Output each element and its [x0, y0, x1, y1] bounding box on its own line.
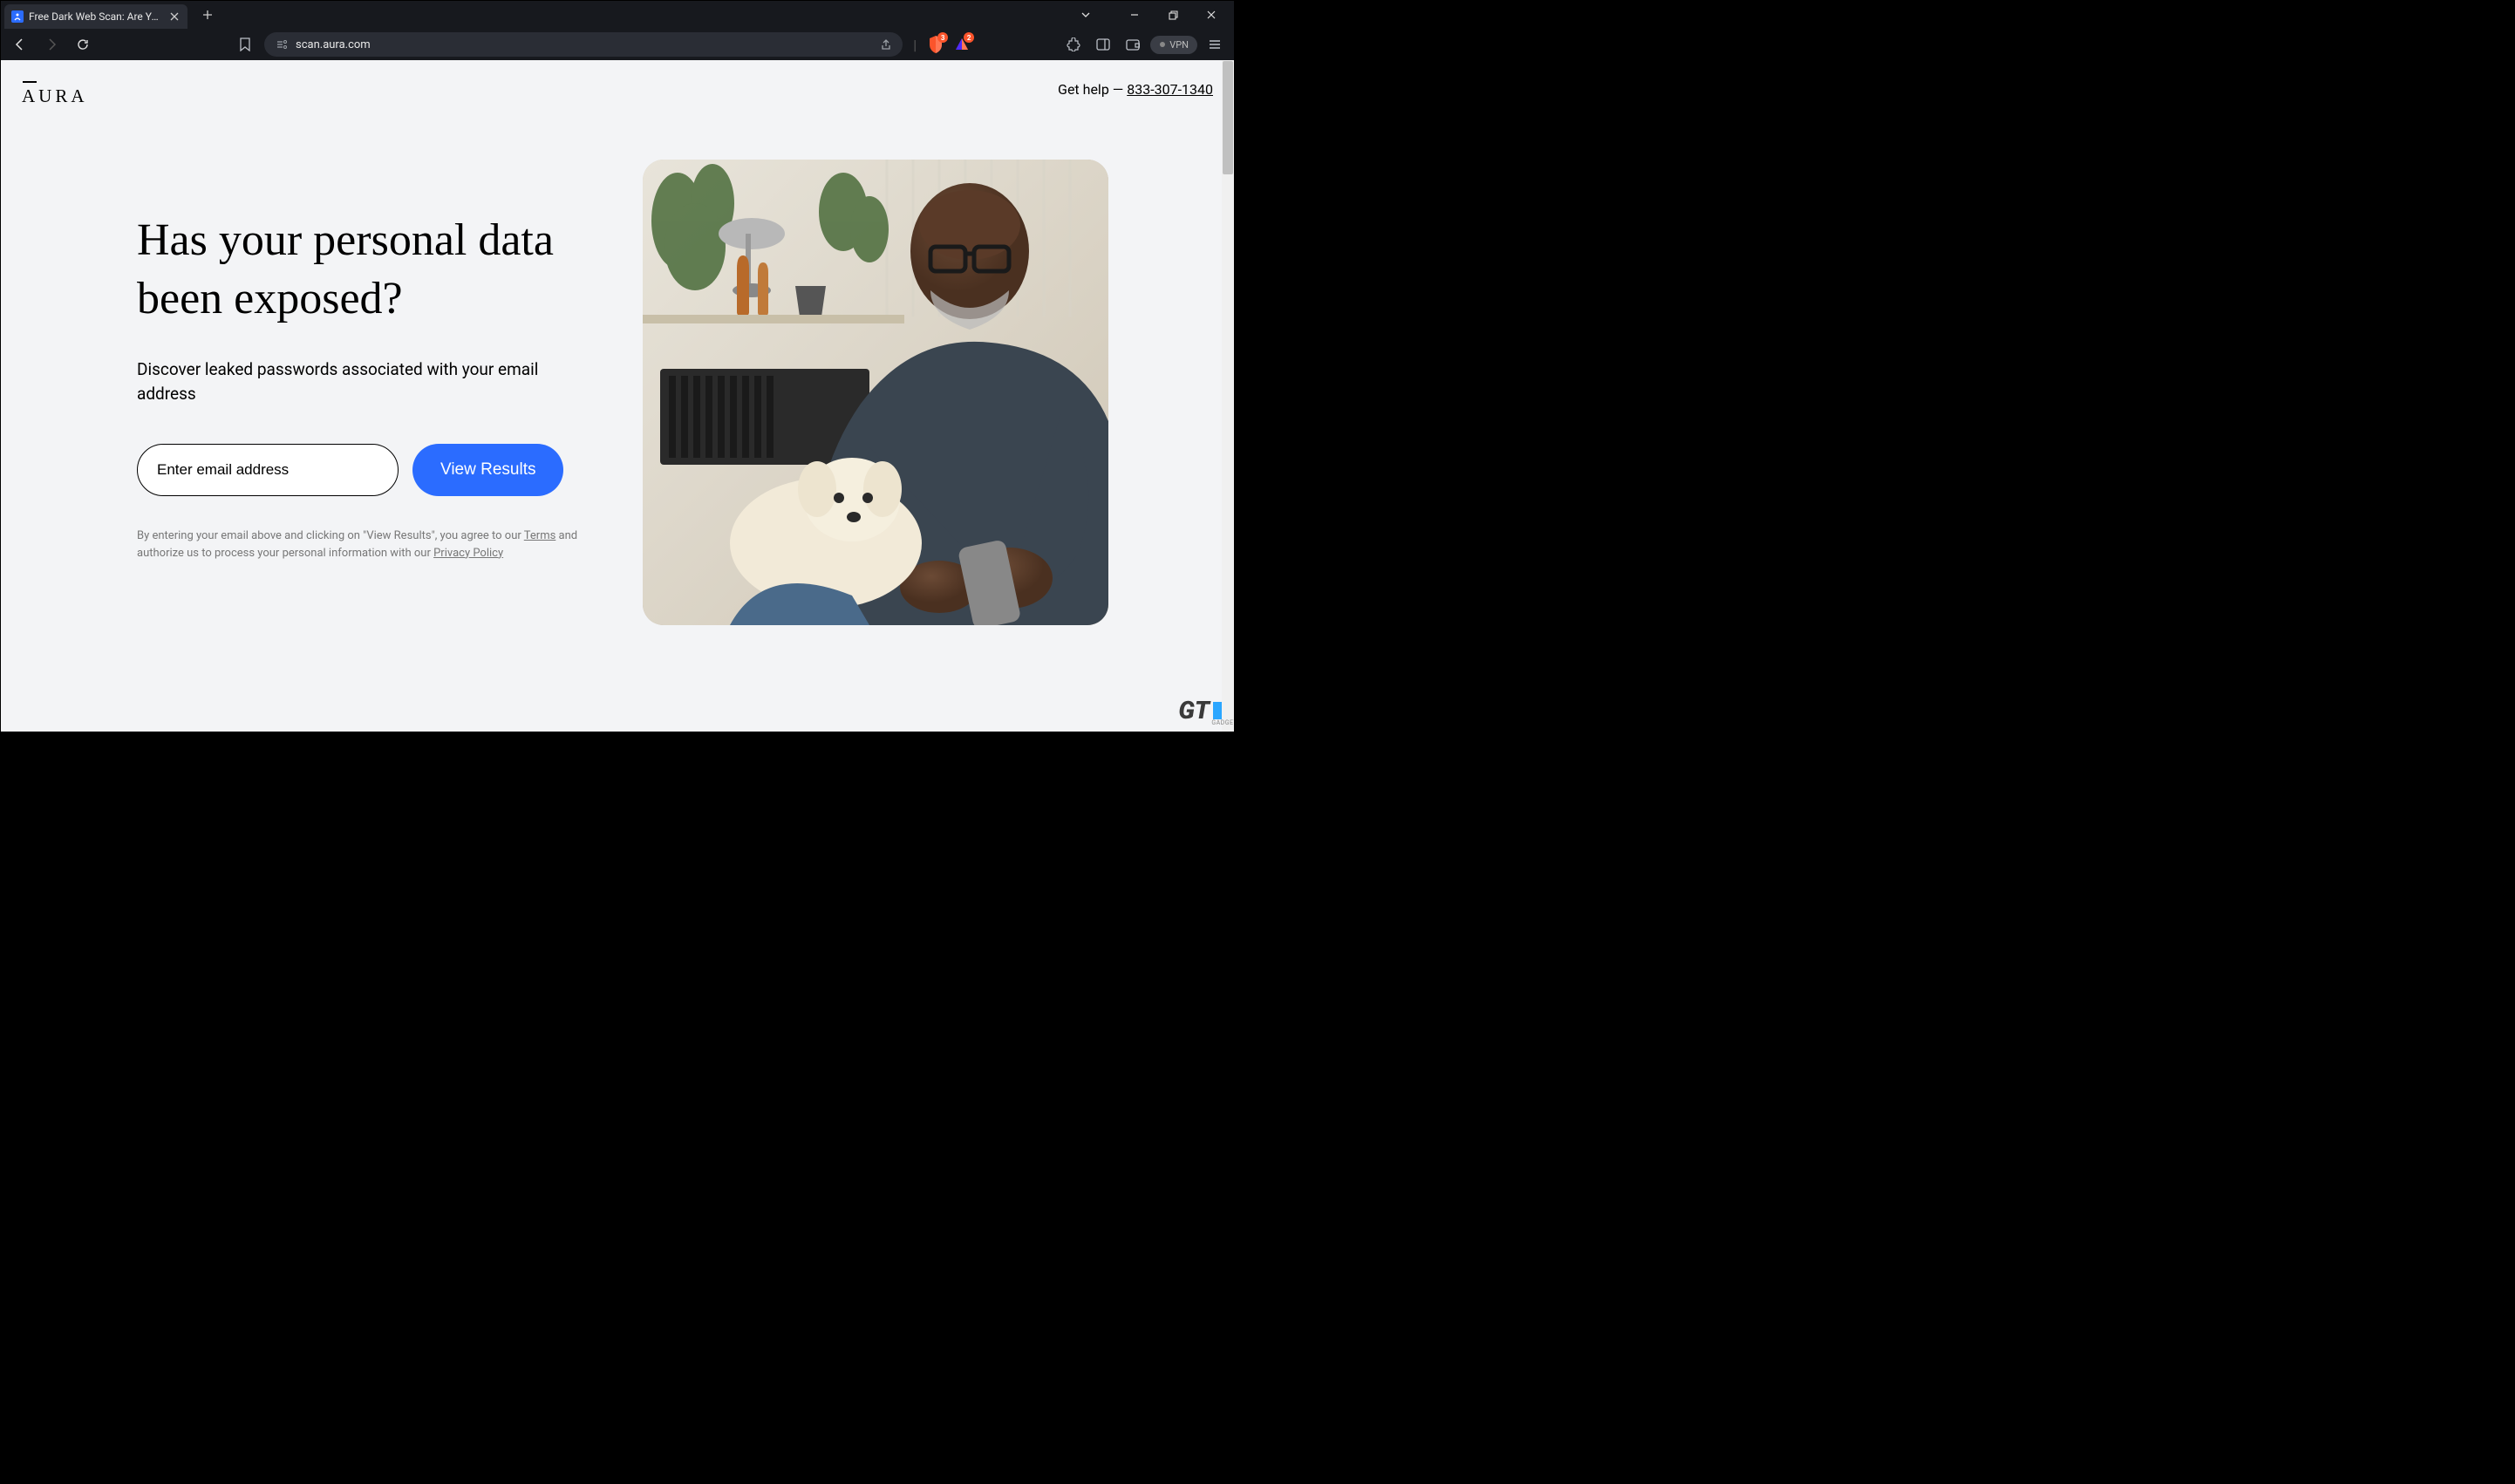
- hero-image: [643, 160, 1108, 625]
- watermark: GT GADGETS TO: [1178, 696, 1222, 725]
- new-tab-button[interactable]: [196, 3, 219, 26]
- brave-rewards-icon[interactable]: 2: [951, 34, 972, 55]
- wallet-icon[interactable]: [1121, 32, 1145, 57]
- vpn-label: VPN: [1169, 39, 1189, 51]
- help-phone-link[interactable]: 833-307-1340: [1127, 81, 1213, 98]
- toolbar-separator: |: [913, 37, 917, 53]
- watermark-text: GADGETS TO: [1211, 719, 1234, 726]
- shields-badge: 3: [937, 32, 948, 43]
- url-box[interactable]: scan.aura.com: [264, 32, 903, 57]
- scrollbar-thumb[interactable]: [1223, 61, 1233, 174]
- logo-bar-icon: [23, 81, 37, 83]
- tab-title: Free Dark Web Scan: Are Your Pa: [29, 10, 163, 23]
- disclaimer-text-1: By entering your email above and clickin…: [137, 529, 524, 542]
- share-icon[interactable]: [880, 38, 892, 51]
- tab-favicon-icon: [11, 10, 24, 23]
- logo[interactable]: AURA: [22, 81, 88, 107]
- close-window-button[interactable]: [1192, 1, 1230, 29]
- disclaimer: By entering your email above and clickin…: [137, 528, 582, 562]
- menu-icon[interactable]: [1203, 32, 1227, 57]
- forward-button[interactable]: [39, 32, 64, 57]
- tab-close-icon[interactable]: [168, 10, 181, 23]
- site-header: AURA Get help — 833-307-1340: [1, 60, 1234, 107]
- browser-window: Free Dark Web Scan: Are Your Pa: [0, 0, 1235, 732]
- site-settings-icon[interactable]: [275, 38, 289, 51]
- hero-section: Has your personal data been exposed? Dis…: [1, 107, 1234, 625]
- address-bar: scan.aura.com | 3 2: [1, 29, 1234, 60]
- viewport: AURA Get help — 833-307-1340 Has your pe…: [1, 60, 1234, 732]
- window-controls: [1067, 1, 1230, 29]
- terms-link[interactable]: Terms: [524, 529, 556, 542]
- hero-subtitle: Discover leaked passwords associated wit…: [137, 357, 547, 405]
- toolbar-right: | 3 2 VPN: [910, 32, 1227, 57]
- watermark-logo: GT: [1178, 696, 1210, 725]
- url-text: scan.aura.com: [296, 38, 873, 51]
- reload-button[interactable]: [71, 32, 95, 57]
- tab-bar: Free Dark Web Scan: Are Your Pa: [1, 1, 1234, 29]
- sidebar-icon[interactable]: [1091, 32, 1115, 57]
- vpn-button[interactable]: VPN: [1150, 36, 1197, 54]
- email-input[interactable]: [137, 444, 399, 496]
- rewards-badge: 2: [964, 32, 974, 43]
- back-button[interactable]: [8, 32, 32, 57]
- hero-title: Has your personal data been exposed?: [137, 212, 590, 328]
- hero-left: Has your personal data been exposed? Dis…: [137, 160, 590, 562]
- help-text: Get help — 833-307-1340: [1058, 81, 1213, 98]
- tabs-dropdown-icon[interactable]: [1067, 1, 1105, 29]
- privacy-link[interactable]: Privacy Policy: [433, 547, 503, 560]
- email-form: View Results: [137, 444, 590, 496]
- browser-tab[interactable]: Free Dark Web Scan: Are Your Pa: [4, 4, 187, 29]
- minimize-button[interactable]: [1115, 1, 1154, 29]
- maximize-button[interactable]: [1154, 1, 1192, 29]
- page-content: AURA Get help — 833-307-1340 Has your pe…: [1, 60, 1234, 732]
- watermark-accent-icon: [1213, 702, 1222, 719]
- extensions-icon[interactable]: [1061, 32, 1086, 57]
- brave-shields-icon[interactable]: 3: [925, 34, 946, 55]
- logo-text: AURA: [22, 85, 88, 106]
- scrollbar-track[interactable]: [1222, 60, 1234, 732]
- view-results-button[interactable]: View Results: [412, 444, 563, 496]
- help-prefix: Get help —: [1058, 81, 1127, 98]
- bookmark-icon[interactable]: [233, 32, 257, 57]
